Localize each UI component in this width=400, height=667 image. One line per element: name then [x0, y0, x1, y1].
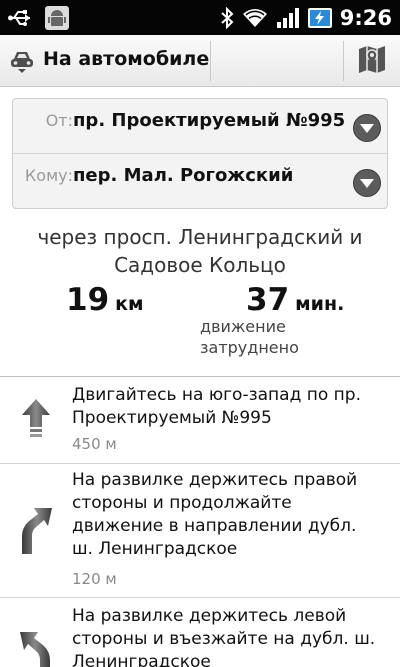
direction-step[interactable]: На развилке держитесь левой стороны и въ…: [0, 598, 400, 667]
destination-value: пер. Мал. Рогожский: [73, 165, 294, 186]
action-bar: На автомобиле: [0, 35, 400, 87]
signal-icon: [276, 7, 300, 29]
step-instruction-line: Двигайтесь на юго-запад по пр.: [72, 385, 361, 405]
action-bar-divider: [210, 41, 211, 81]
step-instruction: На развилке держитесь левой стороны и въ…: [72, 605, 390, 667]
android-debug-icon: [44, 5, 70, 31]
step-instruction-line: движение в направлении дубл.: [72, 516, 357, 536]
step-instruction-line: ш. Ленинградское: [72, 539, 238, 559]
usb-icon: [8, 9, 34, 27]
travel-mode-button[interactable]: На автомобиле: [0, 35, 210, 86]
distance-value: 19: [66, 282, 110, 318]
map-icon: [357, 43, 387, 79]
fork-left-icon: [14, 628, 58, 667]
step-instruction-line: На развилке держитесь левой: [72, 606, 347, 626]
step-distance: 450 м: [72, 435, 117, 453]
fork-right-icon: [14, 504, 58, 560]
step-instruction-line: стороны и продолжайте: [72, 493, 292, 513]
wifi-icon: [241, 7, 269, 29]
duration-unit: мин.: [295, 293, 345, 315]
step-instruction-line: Проектируемый №995: [72, 408, 272, 428]
origin-dropdown-button[interactable]: [353, 114, 381, 142]
route-duration: 37 мин.: [246, 282, 344, 318]
traffic-status-line: движение: [200, 317, 286, 336]
direction-step[interactable]: Двигайтесь на юго-запад по пр. Проектиру…: [0, 377, 400, 464]
destination-dropdown-button[interactable]: [353, 169, 381, 197]
origin-label: От:: [45, 111, 73, 130]
travel-mode-label: На автомобиле: [43, 48, 210, 70]
route-distance: 19 км: [66, 282, 144, 318]
chevron-down-icon: [360, 179, 374, 188]
status-bar: 9:26: [0, 0, 400, 35]
distance-unit: км: [115, 293, 144, 315]
direction-step[interactable]: На развилке держитесь правой стороны и п…: [0, 464, 400, 598]
car-icon: [9, 48, 35, 78]
route-via-line: Садовое Кольцо: [114, 253, 286, 277]
clock: 9:26: [339, 5, 392, 30]
step-instruction-line: Ленинградское: [72, 652, 211, 667]
route-via-line: через просп. Ленинградский и: [37, 225, 363, 249]
traffic-status: движение затруднено: [200, 316, 350, 358]
bluetooth-icon: [220, 6, 234, 29]
origin-value: пр. Проектируемый №995: [73, 110, 346, 131]
step-instruction: Двигайтесь на юго-запад по пр. Проектиру…: [72, 384, 390, 430]
map-view-button[interactable]: [344, 35, 400, 86]
route-endpoints: От: пр. Проектируемый №995 Кому: пер. Ма…: [12, 98, 388, 209]
origin-field[interactable]: От: пр. Проектируемый №995: [13, 99, 387, 154]
step-instruction: На развилке держитесь правой стороны и п…: [72, 469, 390, 561]
step-distance: 120 м: [72, 570, 117, 588]
destination-label: Кому:: [24, 166, 73, 185]
straight-arrow-icon: [14, 397, 58, 445]
step-instruction-line: стороны и въезжайте на дубл. ш.: [72, 629, 376, 649]
route-via: через просп. Ленинградский и Садовое Кол…: [0, 223, 400, 279]
destination-field[interactable]: Кому: пер. Мал. Рогожский: [13, 154, 387, 209]
duration-value: 37: [246, 282, 290, 318]
chevron-down-icon: [360, 124, 374, 133]
traffic-status-line: затруднено: [200, 338, 299, 357]
battery-charging-icon: [307, 6, 333, 30]
step-instruction-line: На развилке держитесь правой: [72, 470, 358, 490]
